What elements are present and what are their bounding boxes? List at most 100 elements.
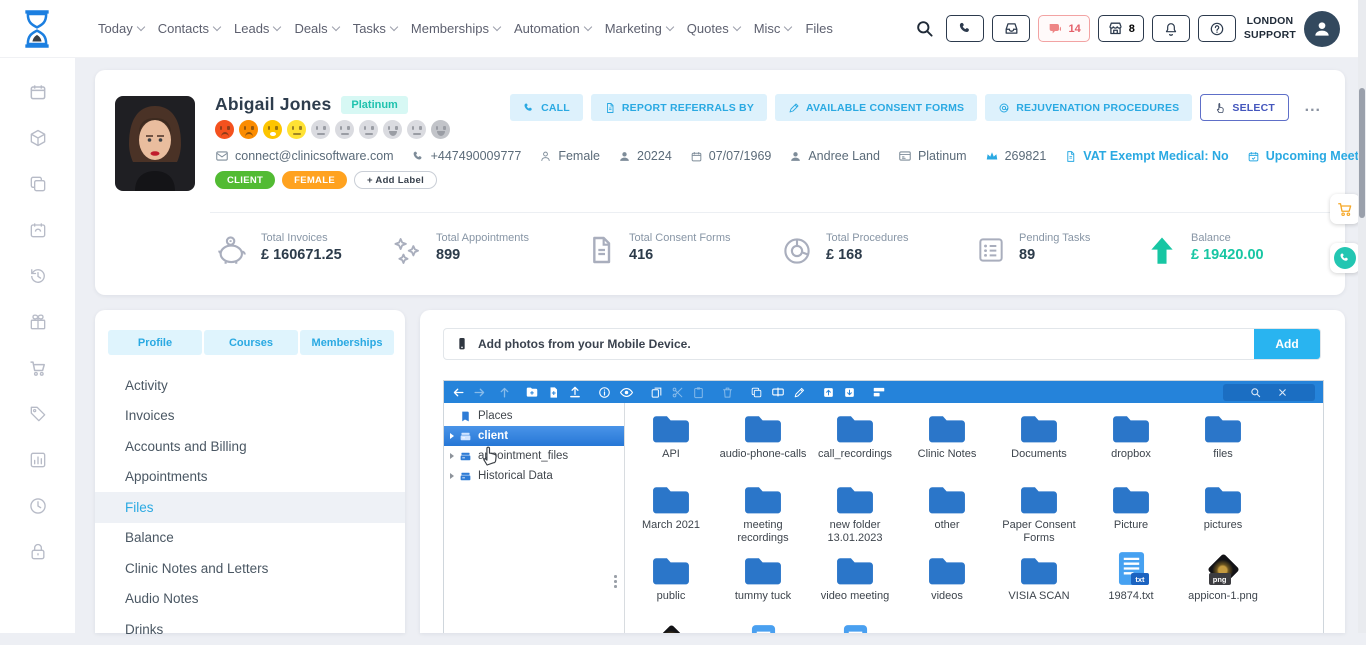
nav-item-misc[interactable]: Misc <box>754 21 792 36</box>
preview-icon[interactable] <box>619 385 634 400</box>
menu-item-clinic-notes[interactable]: Clinic Notes and Letters <box>95 553 405 584</box>
file-item-folder[interactable]: tummy tuck <box>717 548 809 619</box>
tab-profile[interactable]: Profile <box>108 330 202 355</box>
file-item-doc[interactable] <box>717 619 809 633</box>
notifications-button[interactable] <box>1152 15 1190 42</box>
nav-item-today[interactable]: Today <box>98 21 144 36</box>
file-item-folder[interactable]: March 2021 <box>625 477 717 548</box>
file-item-folder[interactable]: dropbox <box>1085 406 1177 477</box>
menu-item-accounts-and-billing[interactable]: Accounts and Billing <box>95 431 405 462</box>
cart-icon[interactable] <box>28 358 48 378</box>
close-icon[interactable] <box>1277 387 1288 398</box>
search-icon[interactable] <box>915 19 934 38</box>
file-item-folder[interactable]: public <box>625 548 717 619</box>
vat-exempt-link[interactable]: VAT Exempt Medical: No <box>1064 149 1228 163</box>
quick-cart-button[interactable] <box>1330 194 1360 224</box>
store-button[interactable]: 8 <box>1098 15 1144 42</box>
mood-face-9[interactable] <box>407 120 426 139</box>
info-icon[interactable] <box>598 386 611 399</box>
file-item-png[interactable]: pngappicon-1.png <box>1177 548 1269 619</box>
file-item-folder[interactable]: Clinic Notes <box>901 406 993 477</box>
copy-icon[interactable] <box>650 386 663 399</box>
new-folder-icon[interactable] <box>525 385 539 399</box>
file-item-folder[interactable]: meeting recordings <box>717 477 809 548</box>
mood-face-7[interactable] <box>359 120 378 139</box>
file-item-folder[interactable]: call_recordings <box>809 406 901 477</box>
menu-item-appointments[interactable]: Appointments <box>95 462 405 493</box>
tree-item-historical-data[interactable]: Historical Data <box>444 466 624 486</box>
file-item-txt[interactable]: txt19874.txt <box>1085 548 1177 619</box>
history-icon[interactable] <box>28 266 48 286</box>
rename-icon[interactable] <box>771 385 785 399</box>
nav-item-deals[interactable]: Deals <box>294 21 338 36</box>
nav-item-quotes[interactable]: Quotes <box>687 21 740 36</box>
up-icon[interactable] <box>498 386 511 399</box>
lock-icon[interactable] <box>28 542 48 562</box>
fm-search-box[interactable] <box>1223 384 1315 401</box>
upcoming-meetings-link[interactable]: Upcoming Meetings <box>1247 149 1366 163</box>
edit-icon[interactable] <box>793 386 806 399</box>
nav-item-tasks[interactable]: Tasks <box>353 21 397 36</box>
file-item-png[interactable] <box>625 619 717 633</box>
mood-face-2[interactable] <box>239 120 258 139</box>
mood-face-8[interactable] <box>383 120 402 139</box>
more-options-button[interactable]: ... <box>1305 98 1321 116</box>
calendar-icon[interactable] <box>28 82 48 102</box>
report-referrals-button[interactable]: REPORT REFERRALS BY <box>591 94 767 121</box>
package-icon[interactable] <box>28 128 48 148</box>
nav-item-marketing[interactable]: Marketing <box>605 21 673 36</box>
menu-item-balance[interactable]: Balance <box>95 523 405 554</box>
tag-icon[interactable] <box>28 404 48 424</box>
file-item-folder[interactable]: Documents <box>993 406 1085 477</box>
add-photos-button[interactable]: Add <box>1254 328 1320 360</box>
menu-item-drinks[interactable]: Drinks <box>95 614 405 645</box>
file-item-folder[interactable]: API <box>625 406 717 477</box>
nav-item-files[interactable]: Files <box>805 21 832 36</box>
file-item-folder[interactable]: Paper Consent Forms <box>993 477 1085 548</box>
app-logo[interactable] <box>22 9 52 49</box>
dialer-button[interactable] <box>946 15 984 42</box>
file-item-folder[interactable]: videos <box>901 548 993 619</box>
forward-icon[interactable] <box>473 386 486 399</box>
client-photo[interactable] <box>115 96 195 191</box>
scrollbar-thumb[interactable] <box>1359 88 1365 218</box>
help-button[interactable] <box>1198 15 1236 42</box>
mood-face-4[interactable] <box>287 120 306 139</box>
expand-arrow-icon[interactable] <box>450 473 454 479</box>
tab-memberships[interactable]: Memberships <box>300 330 394 355</box>
file-item-folder[interactable]: Picture <box>1085 477 1177 548</box>
file-item-folder[interactable]: new folder 13.01.2023 <box>809 477 901 548</box>
mood-face-6[interactable] <box>335 120 354 139</box>
file-item-folder[interactable]: files <box>1177 406 1269 477</box>
menu-item-activity[interactable]: Activity <box>95 370 405 401</box>
menu-item-audio-notes[interactable]: Audio Notes <box>95 584 405 615</box>
expand-arrow-icon[interactable] <box>450 453 454 459</box>
nav-item-memberships[interactable]: Memberships <box>411 21 500 36</box>
file-item-folder[interactable]: VISIA SCAN <box>993 548 1085 619</box>
consent-forms-button[interactable]: AVAILABLE CONSENT FORMS <box>775 94 977 121</box>
tab-courses[interactable]: Courses <box>204 330 298 355</box>
cut-icon[interactable] <box>671 386 684 399</box>
user-avatar[interactable] <box>1304 11 1340 47</box>
file-item-doc[interactable] <box>809 619 901 633</box>
nav-item-leads[interactable]: Leads <box>234 21 280 36</box>
select-button[interactable]: SELECT <box>1200 94 1289 121</box>
delete-icon[interactable] <box>721 386 734 399</box>
rejuvenation-procedures-button[interactable]: REJUVENATION PROCEDURES <box>985 94 1192 121</box>
report-icon[interactable] <box>28 450 48 470</box>
mood-face-5[interactable] <box>311 120 330 139</box>
copy-icon[interactable] <box>28 174 48 194</box>
file-item-folder[interactable]: audio-phone-calls <box>717 406 809 477</box>
nav-item-automation[interactable]: Automation <box>514 21 591 36</box>
tree-item-client[interactable]: client <box>444 426 624 446</box>
file-item-folder[interactable]: pictures <box>1177 477 1269 548</box>
upload-icon[interactable] <box>568 385 582 399</box>
file-item-folder[interactable]: other <box>901 477 993 548</box>
new-file-icon[interactable] <box>547 386 560 399</box>
view-toggle-icon[interactable] <box>872 385 886 399</box>
search-icon[interactable] <box>1250 387 1261 398</box>
call-button[interactable]: CALL <box>510 94 583 121</box>
tree-item-places[interactable]: Places <box>444 406 624 426</box>
add-label-button[interactable]: + Add Label <box>354 171 437 189</box>
menu-item-files[interactable]: Files <box>95 492 405 523</box>
